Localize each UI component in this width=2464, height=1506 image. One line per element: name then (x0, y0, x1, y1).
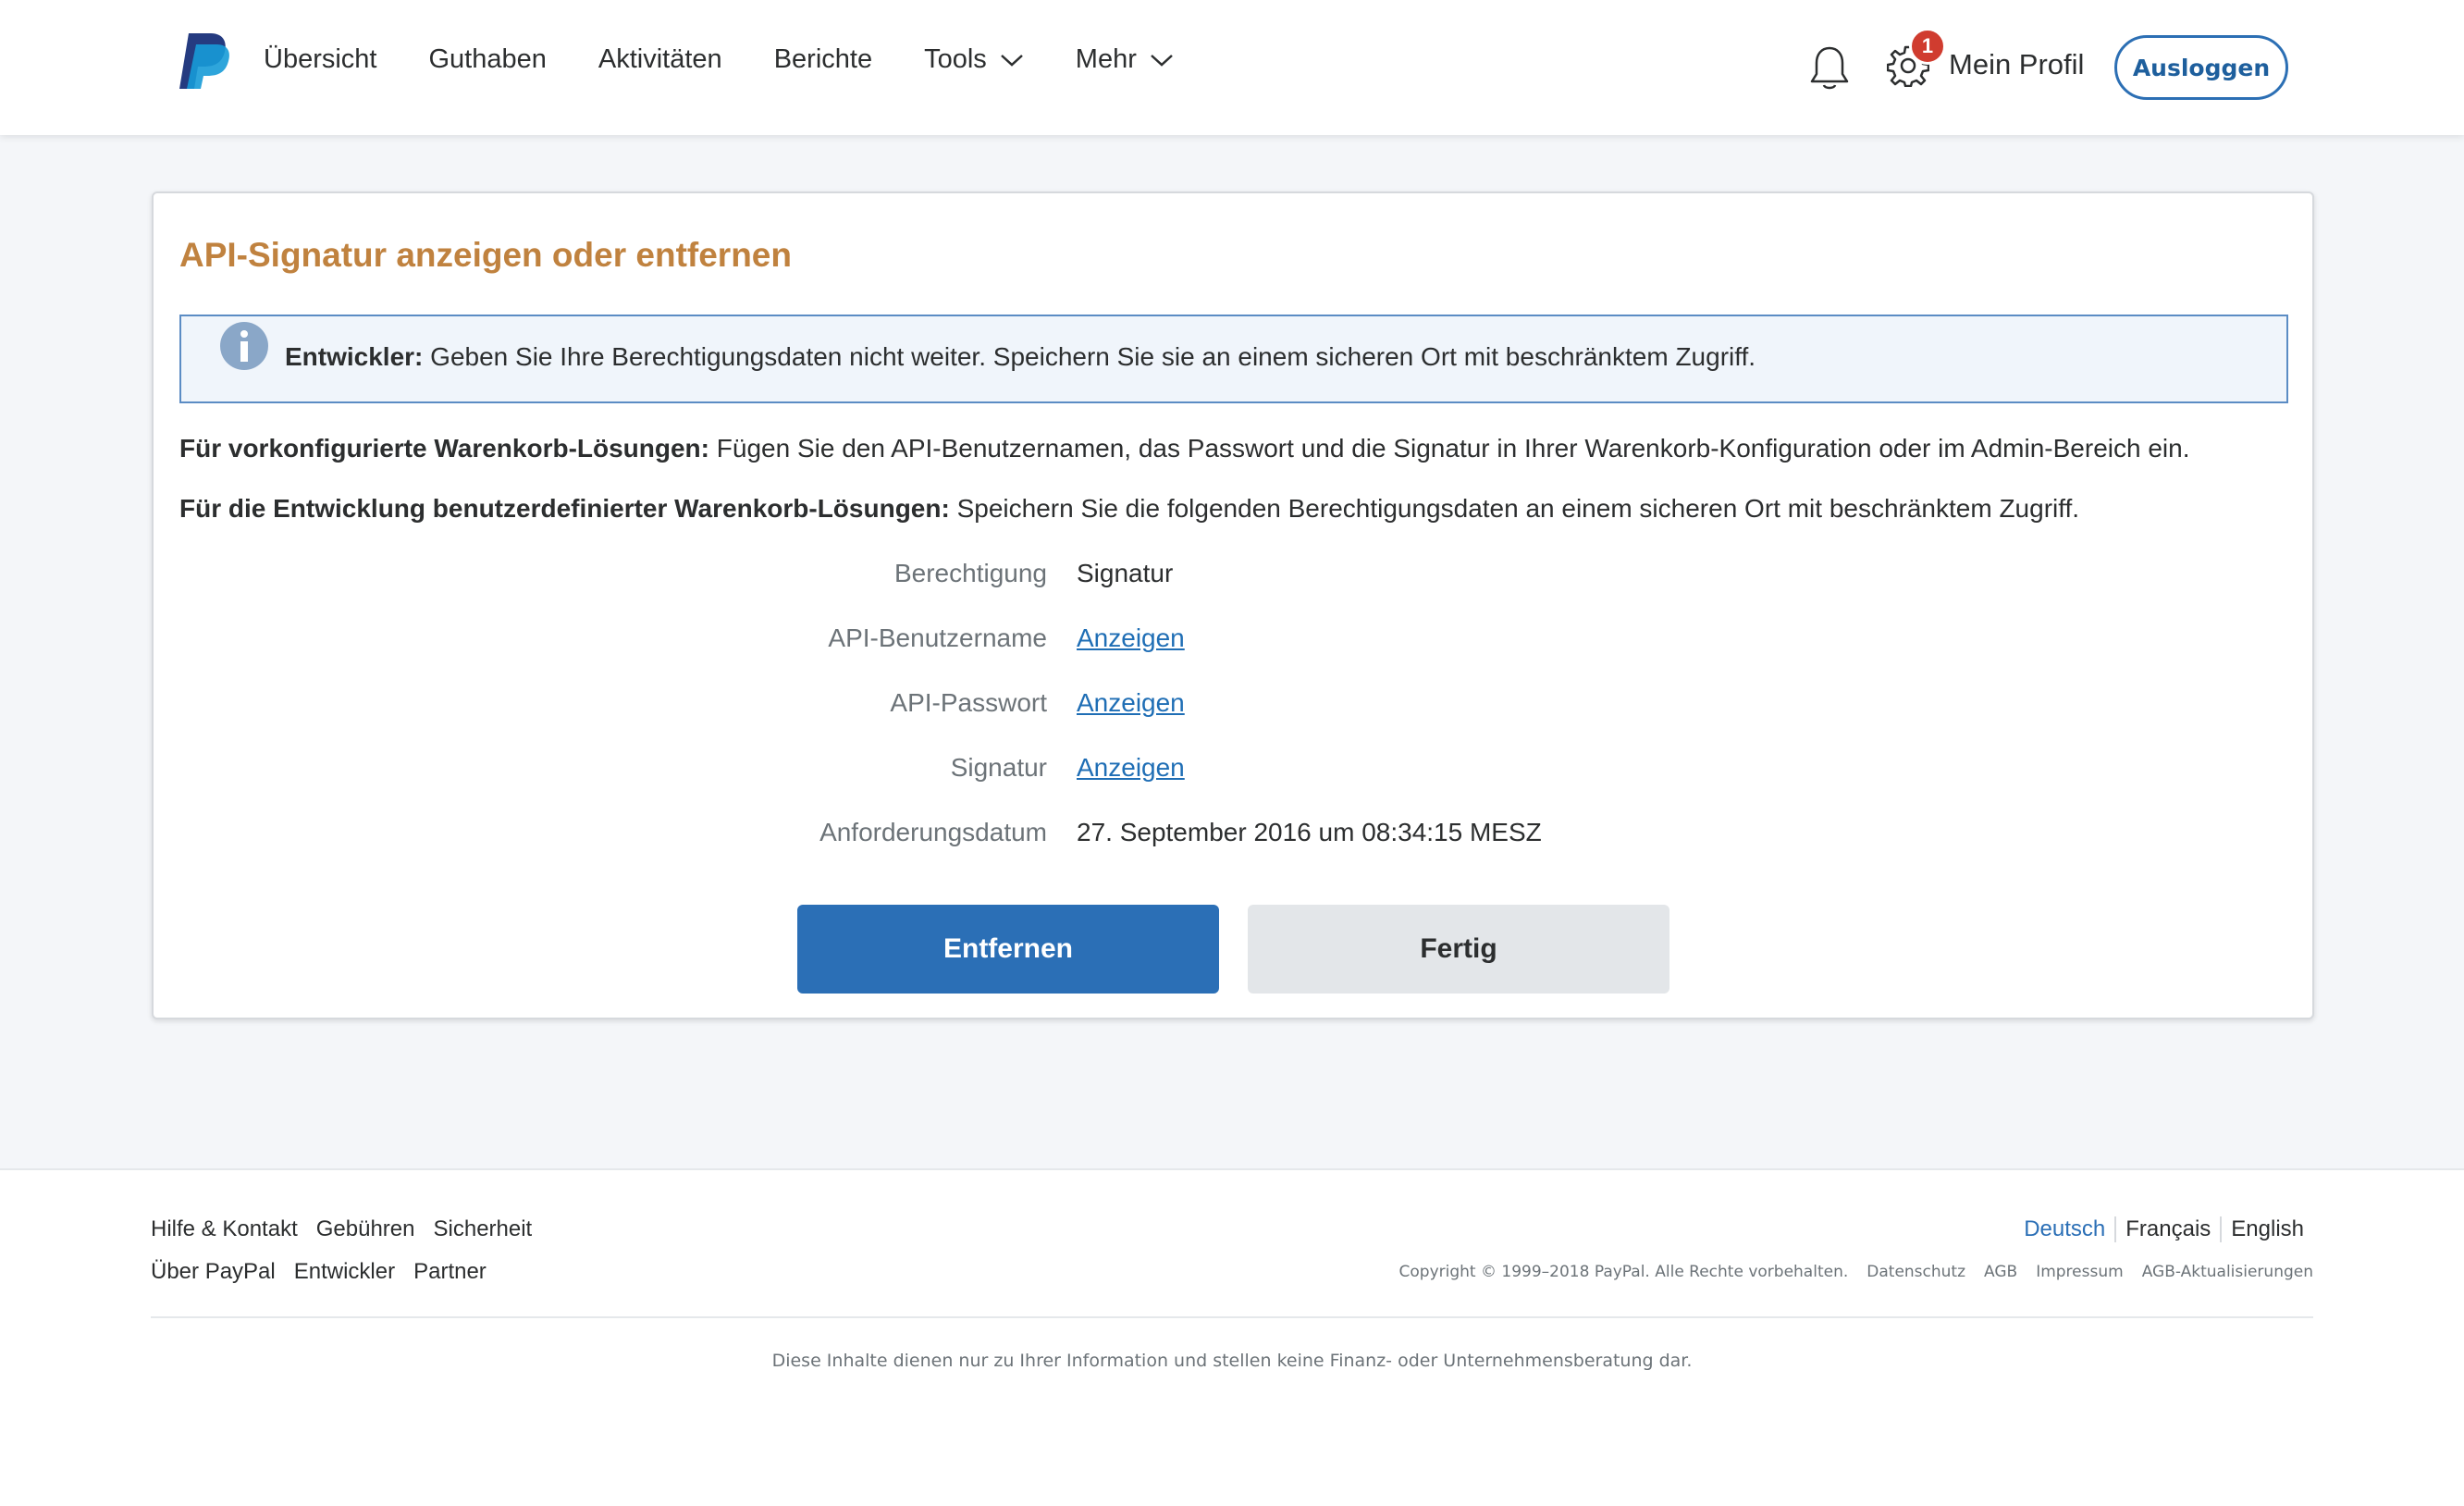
profile-link[interactable]: Mein Profil (1949, 48, 2084, 81)
request-date-label: Anforderungsdatum (819, 818, 1047, 846)
api-username-label: API-Benutzername (828, 623, 1047, 652)
footer-link-fees[interactable]: Gebühren (316, 1216, 415, 1242)
main-nav: Übersicht Guthaben Aktivitäten Berichte … (264, 44, 1226, 75)
nav-overview[interactable]: Übersicht (264, 44, 377, 75)
bell-icon[interactable] (1808, 44, 1851, 91)
credential-row: Berechtigung Signatur (154, 559, 2316, 596)
api-username-row: API-Benutzername Anzeigen (154, 623, 2316, 660)
p2-text: Speichern Sie die folgenden Berechtigung… (949, 494, 2080, 523)
api-password-label: API-Passwort (890, 688, 1047, 717)
chevron-down-icon (1151, 54, 1173, 67)
p2-bold: Für die Entwicklung benutzerdefinierter … (179, 494, 950, 523)
footer-links-row1: Hilfe & Kontakt Gebühren Sicherheit (151, 1216, 550, 1242)
preconfigured-cart-note: Für vorkonfigurierte Warenkorb-Lösungen:… (179, 434, 2189, 463)
api-signature-card: API-Signatur anzeigen oder entfernen Ent… (152, 191, 2314, 1019)
nav-more[interactable]: Mehr (1076, 44, 1174, 75)
legal-link-privacy[interactable]: Datenschutz (1866, 1263, 1965, 1281)
legal-link-terms-updates[interactable]: AGB-Aktualisierungen (2142, 1263, 2313, 1281)
disclaimer-text: Diese Inhalte dienen nur zu Ihrer Inform… (771, 1351, 1693, 1371)
page-title: API-Signatur anzeigen oder entfernen (179, 236, 792, 274)
signature-label: Signatur (950, 753, 1047, 782)
nav-activities-label: Aktivitäten (598, 44, 722, 74)
legal-link-terms[interactable]: AGB (1984, 1263, 2017, 1281)
footer-divider (151, 1316, 2313, 1318)
info-message: Entwickler: Geben Sie Ihre Berechtigungs… (285, 342, 1756, 372)
custom-cart-note: Für die Entwicklung benutzerdefinierter … (179, 494, 2079, 524)
developer-info-box: Entwickler: Geben Sie Ihre Berechtigungs… (179, 315, 2288, 403)
info-text: Geben Sie Ihre Berechtigungsdaten nicht … (423, 342, 1756, 371)
copyright-text: Copyright © 1999–2018 PayPal. Alle Recht… (1398, 1263, 1849, 1281)
nav-tools-label: Tools (924, 44, 987, 74)
nav-reports[interactable]: Berichte (774, 44, 872, 75)
copyright-line: Copyright © 1999–2018 PayPal. Alle Recht… (1381, 1263, 2313, 1281)
show-api-username-link[interactable]: Anzeigen (1077, 623, 1185, 653)
show-signature-link[interactable]: Anzeigen (1077, 753, 1185, 783)
footer-link-about[interactable]: Über PayPal (151, 1259, 276, 1285)
p1-bold: Für vorkonfigurierte Warenkorb-Lösungen: (179, 434, 709, 463)
footer-link-help[interactable]: Hilfe & Kontakt (151, 1216, 298, 1242)
signature-row: Signatur Anzeigen (154, 753, 2316, 790)
p1-text: Fügen Sie den API-Benutzernamen, das Pas… (709, 434, 2190, 463)
request-date-row: Anforderungsdatum 27. September 2016 um … (154, 818, 2316, 855)
paypal-logo-icon[interactable] (176, 31, 231, 91)
credential-value: Signatur (1077, 559, 1174, 587)
api-password-row: API-Passwort Anzeigen (154, 688, 2316, 725)
lang-french[interactable]: Français (2114, 1216, 2220, 1242)
nav-balance-label: Guthaben (428, 44, 547, 74)
info-icon (220, 322, 268, 370)
top-header: Übersicht Guthaben Aktivitäten Berichte … (0, 0, 2464, 135)
notification-badge: 1 (1909, 28, 1946, 65)
footer-links-row2: Über PayPal Entwickler Partner (151, 1259, 505, 1285)
footer-link-security[interactable]: Sicherheit (434, 1216, 533, 1242)
language-switcher: Deutsch Français English (2014, 1216, 2313, 1242)
nav-more-label: Mehr (1075, 44, 1137, 74)
nav-reports-label: Berichte (773, 44, 873, 74)
footer: Hilfe & Kontakt Gebühren Sicherheit Über… (0, 1168, 2464, 1506)
legal-link-imprint[interactable]: Impressum (2036, 1263, 2124, 1281)
done-button[interactable]: Fertig (1248, 905, 1669, 994)
nav-overview-label: Übersicht (264, 44, 377, 74)
logout-button[interactable]: Ausloggen (2114, 35, 2288, 100)
lang-german[interactable]: Deutsch (2014, 1216, 2114, 1242)
settings-button[interactable]: 1 (1887, 28, 1946, 91)
footer-link-developer[interactable]: Entwickler (294, 1259, 395, 1285)
nav-tools[interactable]: Tools (924, 44, 1024, 75)
request-date-value: 27. September 2016 um 08:34:15 MESZ (1077, 818, 1542, 846)
nav-balance[interactable]: Guthaben (429, 44, 547, 75)
remove-button[interactable]: Entfernen (797, 905, 1219, 994)
footer-link-partner[interactable]: Partner (413, 1259, 487, 1285)
lang-english[interactable]: English (2220, 1216, 2313, 1242)
nav-activities[interactable]: Aktivitäten (598, 44, 722, 75)
info-bold: Entwickler: (285, 342, 424, 371)
credential-label: Berechtigung (893, 559, 1047, 587)
chevron-down-icon (1000, 54, 1023, 67)
show-api-password-link[interactable]: Anzeigen (1077, 688, 1185, 718)
